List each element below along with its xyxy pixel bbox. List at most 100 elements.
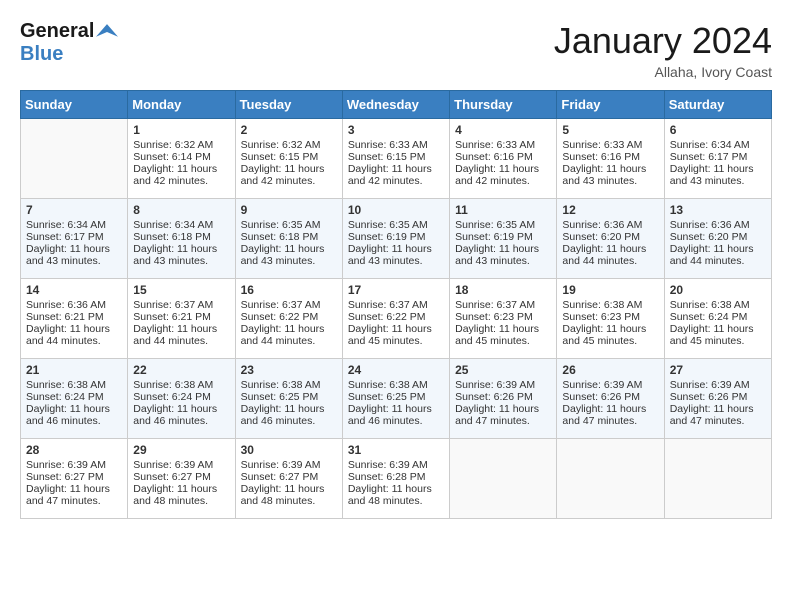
calendar-cell: 20Sunrise: 6:38 AMSunset: 6:24 PMDayligh… [664, 279, 771, 359]
sunset-text: Sunset: 6:25 PM [241, 391, 337, 403]
calendar-cell: 6Sunrise: 6:34 AMSunset: 6:17 PMDaylight… [664, 119, 771, 199]
sunset-text: Sunset: 6:17 PM [26, 231, 122, 243]
sunset-text: Sunset: 6:27 PM [26, 471, 122, 483]
day-number: 24 [348, 363, 444, 377]
week-row-4: 21Sunrise: 6:38 AMSunset: 6:24 PMDayligh… [21, 359, 772, 439]
calendar-cell: 1Sunrise: 6:32 AMSunset: 6:14 PMDaylight… [128, 119, 235, 199]
calendar-cell: 24Sunrise: 6:38 AMSunset: 6:25 PMDayligh… [342, 359, 449, 439]
day-number: 11 [455, 203, 551, 217]
daylight-text: Daylight: 11 hours and 44 minutes. [26, 323, 122, 347]
calendar-cell: 19Sunrise: 6:38 AMSunset: 6:23 PMDayligh… [557, 279, 664, 359]
day-number: 7 [26, 203, 122, 217]
sunrise-text: Sunrise: 6:37 AM [241, 299, 337, 311]
calendar-header-saturday: Saturday [664, 91, 771, 119]
sunrise-text: Sunrise: 6:39 AM [133, 459, 229, 471]
calendar-cell [557, 439, 664, 519]
calendar-table: SundayMondayTuesdayWednesdayThursdayFrid… [20, 90, 772, 519]
sunrise-text: Sunrise: 6:33 AM [348, 139, 444, 151]
sunrise-text: Sunrise: 6:39 AM [348, 459, 444, 471]
daylight-text: Daylight: 11 hours and 43 minutes. [670, 163, 766, 187]
sunset-text: Sunset: 6:19 PM [348, 231, 444, 243]
sunset-text: Sunset: 6:15 PM [241, 151, 337, 163]
sunrise-text: Sunrise: 6:34 AM [26, 219, 122, 231]
sunrise-text: Sunrise: 6:32 AM [133, 139, 229, 151]
week-row-2: 7Sunrise: 6:34 AMSunset: 6:17 PMDaylight… [21, 199, 772, 279]
calendar-cell: 3 Sunrise: 6:33 AMSunset: 6:15 PMDaylight… [342, 119, 449, 199]
day-number: 19 [562, 283, 658, 297]
daylight-text: Daylight: 11 hours and 42 minutes. [348, 163, 444, 187]
calendar-header-sunday: Sunday [21, 91, 128, 119]
sunrise-text: Sunrise: 6:39 AM [455, 379, 551, 391]
sunrise-text: Sunrise: 6:38 AM [348, 379, 444, 391]
daylight-text: Daylight: 11 hours and 43 minutes. [241, 243, 337, 267]
daylight-text: Daylight: 11 hours and 47 minutes. [670, 403, 766, 427]
sunrise-text: Sunrise: 6:36 AM [562, 219, 658, 231]
calendar-header-thursday: Thursday [450, 91, 557, 119]
daylight-text: Daylight: 11 hours and 47 minutes. [26, 483, 122, 507]
day-number: 31 [348, 443, 444, 457]
daylight-text: Daylight: 11 hours and 48 minutes. [133, 483, 229, 507]
sunrise-text: Sunrise: 6:37 AM [348, 299, 444, 311]
daylight-text: Daylight: 11 hours and 45 minutes. [562, 323, 658, 347]
sunset-text: Sunset: 6:18 PM [241, 231, 337, 243]
daylight-text: Daylight: 11 hours and 48 minutes. [241, 483, 337, 507]
page-header: General Blue January 2024 Allaha, Ivory … [20, 20, 772, 80]
daylight-text: Daylight: 11 hours and 47 minutes. [562, 403, 658, 427]
sunrise-text: Sunrise: 6:37 AM [455, 299, 551, 311]
sunset-text: Sunset: 6:27 PM [241, 471, 337, 483]
sunset-text: Sunset: 6:15 PM [348, 151, 444, 163]
calendar-cell: 23Sunrise: 6:38 AMSunset: 6:25 PMDayligh… [235, 359, 342, 439]
day-number: 3 [348, 123, 444, 137]
sunrise-text: Sunrise: 6:35 AM [455, 219, 551, 231]
sunset-text: Sunset: 6:23 PM [455, 311, 551, 323]
calendar-cell: 16Sunrise: 6:37 AMSunset: 6:22 PMDayligh… [235, 279, 342, 359]
daylight-text: Daylight: 11 hours and 42 minutes. [241, 163, 337, 187]
sunrise-text: Sunrise: 6:39 AM [241, 459, 337, 471]
daylight-text: Daylight: 11 hours and 42 minutes. [133, 163, 229, 187]
daylight-text: Daylight: 11 hours and 46 minutes. [26, 403, 122, 427]
daylight-text: Daylight: 11 hours and 43 minutes. [26, 243, 122, 267]
calendar-cell: 21Sunrise: 6:38 AMSunset: 6:24 PMDayligh… [21, 359, 128, 439]
sunrise-text: Sunrise: 6:32 AM [241, 139, 337, 151]
day-number: 29 [133, 443, 229, 457]
sunset-text: Sunset: 6:27 PM [133, 471, 229, 483]
calendar-cell: 30 Sunrise: 6:39 AMSunset: 6:27 PMDayligh… [235, 439, 342, 519]
day-number: 20 [670, 283, 766, 297]
day-number: 18 [455, 283, 551, 297]
daylight-text: Daylight: 11 hours and 43 minutes. [455, 243, 551, 267]
calendar-cell: 29 Sunrise: 6:39 AMSunset: 6:27 PMDayligh… [128, 439, 235, 519]
sunrise-text: Sunrise: 6:34 AM [133, 219, 229, 231]
daylight-text: Daylight: 11 hours and 48 minutes. [348, 483, 444, 507]
sunset-text: Sunset: 6:22 PM [348, 311, 444, 323]
sunset-text: Sunset: 6:24 PM [26, 391, 122, 403]
sunrise-text: Sunrise: 6:39 AM [26, 459, 122, 471]
daylight-text: Daylight: 11 hours and 45 minutes. [348, 323, 444, 347]
calendar-header-tuesday: Tuesday [235, 91, 342, 119]
sunset-text: Sunset: 6:26 PM [670, 391, 766, 403]
day-number: 30 [241, 443, 337, 457]
sunrise-text: Sunrise: 6:39 AM [670, 379, 766, 391]
day-number: 27 [670, 363, 766, 377]
calendar-cell: 18Sunrise: 6:37 AMSunset: 6:23 PMDayligh… [450, 279, 557, 359]
daylight-text: Daylight: 11 hours and 43 minutes. [562, 163, 658, 187]
day-number: 2 [241, 123, 337, 137]
day-number: 13 [670, 203, 766, 217]
calendar-cell: 9Sunrise: 6:35 AMSunset: 6:18 PMDaylight… [235, 199, 342, 279]
title-area: January 2024 Allaha, Ivory Coast [554, 20, 772, 80]
calendar-body: 1Sunrise: 6:32 AMSunset: 6:14 PMDaylight… [21, 119, 772, 519]
daylight-text: Daylight: 11 hours and 43 minutes. [133, 243, 229, 267]
calendar-cell [21, 119, 128, 199]
day-number: 22 [133, 363, 229, 377]
month-title: January 2024 [554, 20, 772, 62]
daylight-text: Daylight: 11 hours and 47 minutes. [455, 403, 551, 427]
sunset-text: Sunset: 6:26 PM [455, 391, 551, 403]
calendar-cell [664, 439, 771, 519]
calendar-cell: 31Sunrise: 6:39 AMSunset: 6:28 PMDayligh… [342, 439, 449, 519]
calendar-cell: 10Sunrise: 6:35 AMSunset: 6:19 PMDayligh… [342, 199, 449, 279]
sunset-text: Sunset: 6:16 PM [562, 151, 658, 163]
sunrise-text: Sunrise: 6:39 AM [562, 379, 658, 391]
calendar-cell: 14Sunrise: 6:36 AMSunset: 6:21 PMDayligh… [21, 279, 128, 359]
day-number: 10 [348, 203, 444, 217]
calendar-cell: 8Sunrise: 6:34 AMSunset: 6:18 PMDaylight… [128, 199, 235, 279]
daylight-text: Daylight: 11 hours and 46 minutes. [133, 403, 229, 427]
